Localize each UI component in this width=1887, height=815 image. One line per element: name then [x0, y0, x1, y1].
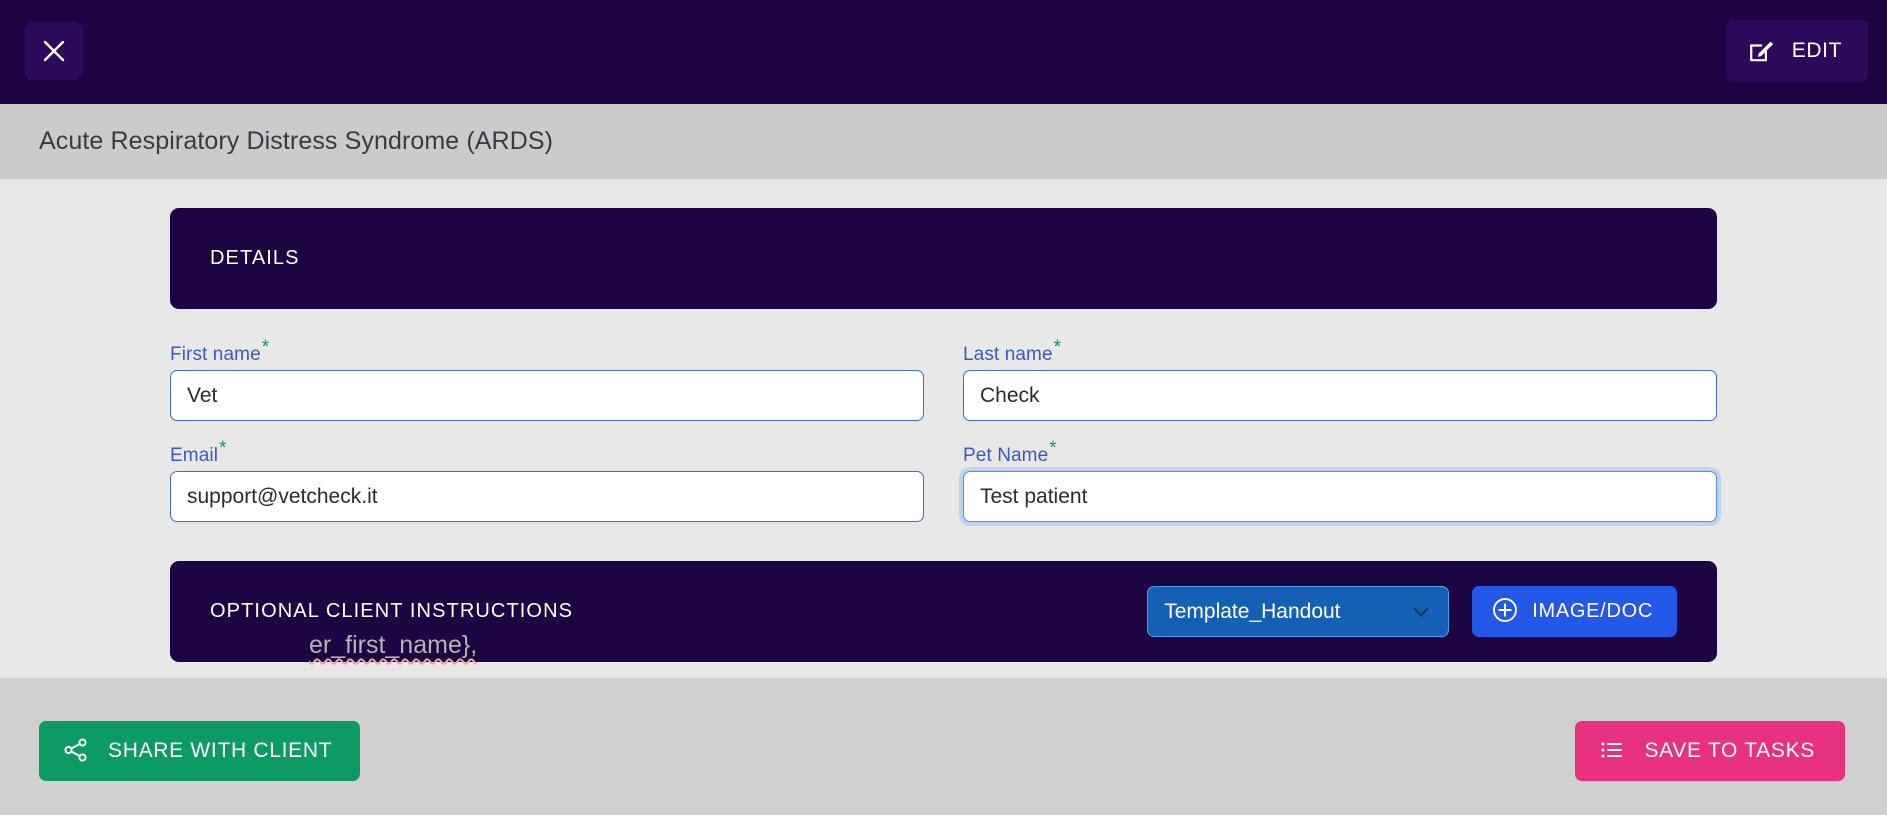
close-button[interactable] — [25, 22, 83, 80]
share-with-client-label: SHARE WITH CLIENT — [108, 739, 333, 762]
field-first-name: First name* — [170, 338, 924, 421]
first-name-label: First name* — [170, 338, 269, 366]
first-name-input[interactable] — [170, 370, 924, 421]
template-select-value: Template_Handout — [1164, 599, 1341, 623]
required-asterisk: * — [1049, 437, 1057, 459]
required-asterisk: * — [219, 437, 227, 459]
edit-pencil-icon — [1748, 36, 1776, 67]
obscured-template-text: er_first_name}, — [309, 631, 477, 660]
top-bar: EDIT — [0, 0, 1887, 104]
obscured-template-text-value: er_first_name}, — [309, 631, 478, 659]
footer-bar: SHARE WITH CLIENT SAVE TO TASKS — [0, 678, 1887, 815]
save-to-tasks-label: SAVE TO TASKS — [1644, 739, 1815, 762]
edit-button[interactable]: EDIT — [1725, 20, 1868, 82]
form-scroll-area[interactable]: DETAILS First name* Last name* — [0, 179, 1887, 678]
image-doc-button[interactable]: IMAGE/DOC — [1472, 586, 1677, 637]
field-email: Email* — [170, 439, 924, 522]
field-pet-name: Pet Name* — [963, 439, 1717, 522]
first-name-label-text: First name — [170, 344, 261, 365]
email-label: Email* — [170, 439, 227, 467]
edit-button-label: EDIT — [1791, 39, 1842, 62]
close-icon — [41, 38, 67, 64]
template-select[interactable]: Template_Handout — [1147, 586, 1450, 637]
chevron-down-icon — [1410, 601, 1432, 623]
form-container: DETAILS First name* Last name* — [170, 179, 1717, 662]
field-last-name: Last name* — [963, 338, 1717, 421]
plus-circle-icon — [1492, 597, 1518, 626]
email-input[interactable] — [170, 471, 924, 522]
share-with-client-button[interactable]: SHARE WITH CLIENT — [39, 721, 361, 781]
list-icon — [1599, 737, 1625, 766]
details-field-grid: First name* Last name* Email* — [170, 338, 1717, 522]
share-nodes-icon — [63, 737, 89, 766]
required-asterisk: * — [1053, 336, 1062, 358]
last-name-input[interactable] — [963, 370, 1717, 421]
last-name-label: Last name* — [963, 338, 1061, 366]
title-bar: Acute Respiratory Distress Syndrome (ARD… — [0, 104, 1887, 179]
details-section-header: DETAILS — [170, 208, 1717, 309]
instructions-section-title: OPTIONAL CLIENT INSTRUCTIONS — [210, 600, 574, 622]
image-doc-button-label: IMAGE/DOC — [1532, 600, 1653, 622]
page-title: Acute Respiratory Distress Syndrome (ARD… — [39, 127, 554, 155]
email-label-text: Email — [170, 445, 219, 466]
last-name-label-text: Last name — [963, 344, 1053, 365]
details-section-title: DETAILS — [210, 247, 300, 269]
app-root: EDIT Acute Respiratory Distress Syndrome… — [0, 0, 1887, 815]
save-to-tasks-button[interactable]: SAVE TO TASKS — [1575, 721, 1845, 781]
pet-name-input[interactable] — [963, 471, 1717, 522]
instructions-controls: Template_Handout IMAGE/DOC — [1147, 586, 1677, 637]
required-asterisk: * — [261, 336, 270, 358]
pet-name-label-text: Pet Name — [963, 445, 1049, 466]
pet-name-label: Pet Name* — [963, 439, 1057, 467]
